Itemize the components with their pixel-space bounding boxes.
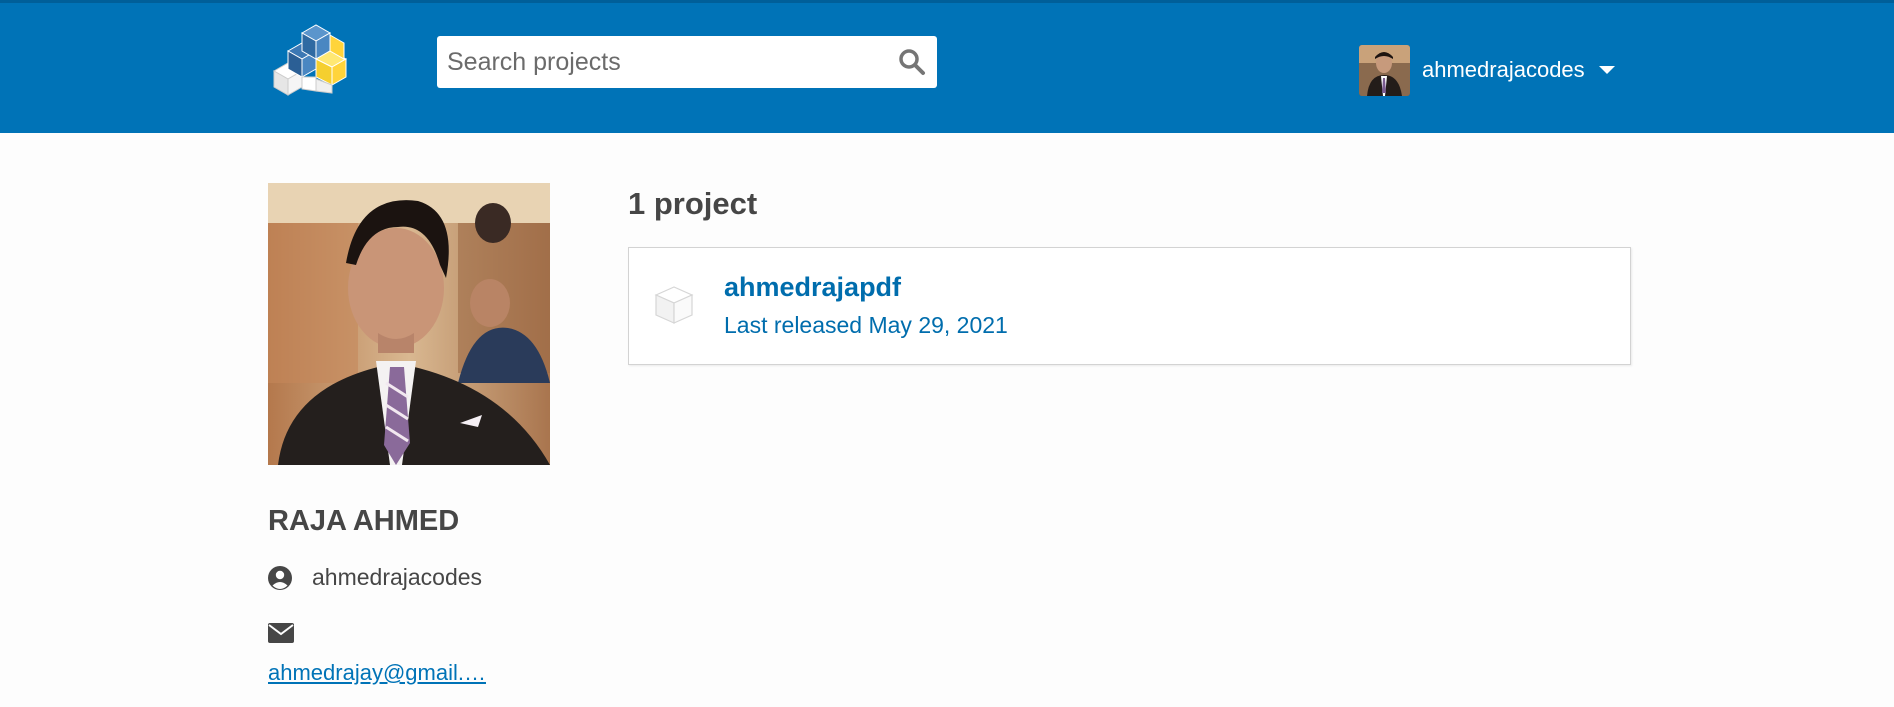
profile-username: ahmedrajacodes [312, 564, 483, 590]
package-box-icon [654, 286, 694, 324]
search-icon [899, 49, 925, 75]
project-name-link[interactable]: ahmedrajapdf [724, 272, 901, 303]
project-card[interactable]: ahmedrajapdf Last released May 29, 2021 [628, 247, 1631, 365]
user-menu[interactable]: ahmedrajacodes [1359, 43, 1615, 97]
project-count-heading: 1 project [628, 186, 758, 221]
profile-username-row: ahmedrajacodes [268, 564, 482, 591]
top-navbar: ahmedrajacodes [0, 0, 1894, 133]
envelope-icon [268, 623, 294, 648]
profile-email-link[interactable]: ahmedrajay@gmail.… [268, 660, 486, 686]
caret-down-icon [1598, 66, 1615, 74]
pypi-logo-icon[interactable] [266, 21, 352, 97]
search-button[interactable] [897, 47, 927, 77]
username-label: ahmedrajacodes [1422, 57, 1585, 82]
user-circle-icon [268, 565, 292, 590]
avatar [1359, 44, 1410, 96]
search-input[interactable] [437, 36, 877, 88]
search-box [437, 36, 937, 88]
project-release-date: Last released May 29, 2021 [724, 312, 1008, 338]
profile-photo [268, 183, 550, 465]
profile-full-name: RAJA AHMED [268, 505, 460, 537]
